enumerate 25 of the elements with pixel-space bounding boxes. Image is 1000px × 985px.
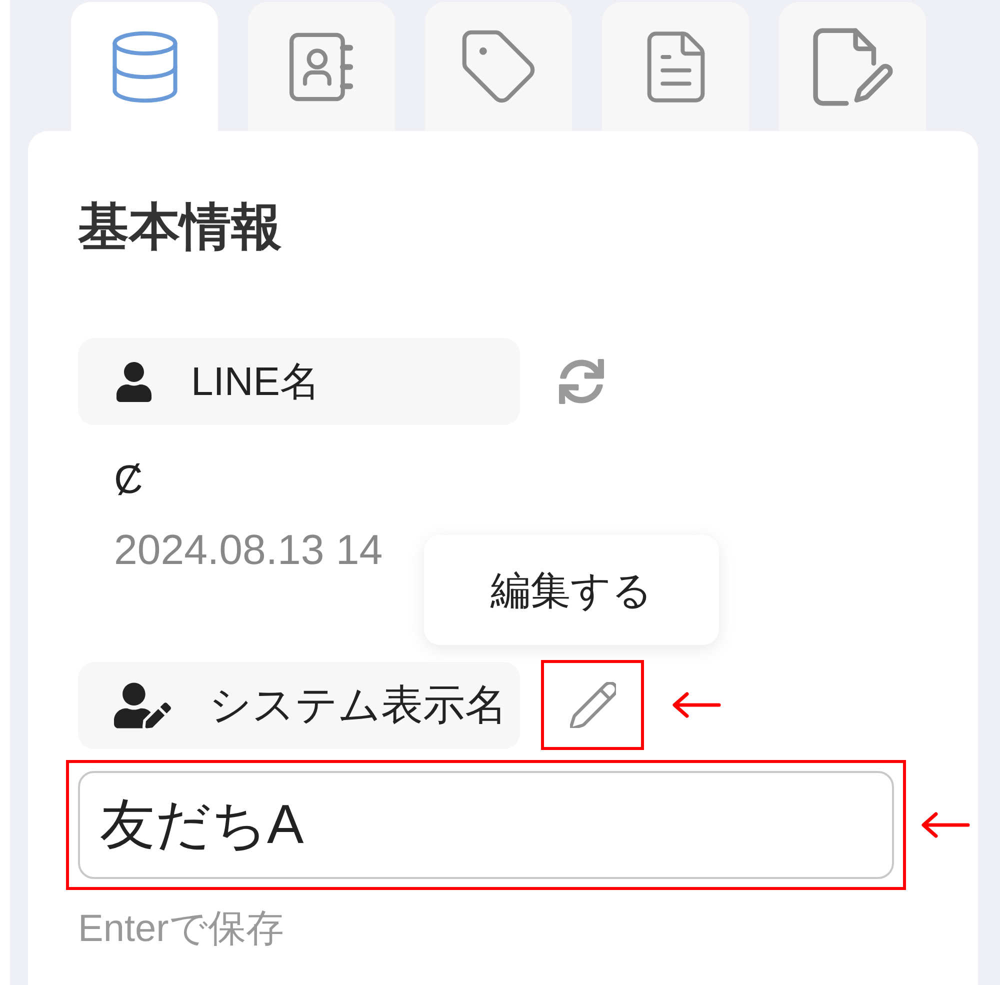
label-text: システム表示名 xyxy=(209,681,507,729)
left-arrow-icon xyxy=(920,812,970,838)
left-arrow-icon xyxy=(671,692,721,718)
refresh-icon xyxy=(559,359,604,404)
section-title: 基本情報 xyxy=(78,203,282,251)
tab[interactable] xyxy=(425,2,572,131)
tag-icon xyxy=(462,30,536,104)
tab[interactable] xyxy=(248,2,395,131)
database-icon xyxy=(112,30,178,102)
refresh-button[interactable] xyxy=(559,359,604,404)
edit-button[interactable] xyxy=(570,682,616,728)
tab[interactable] xyxy=(71,2,218,131)
date-text: 2024.08.13 14 xyxy=(114,525,383,575)
text-input[interactable]: 友だちA xyxy=(78,771,894,879)
line-name-value: Ȼ xyxy=(114,457,143,504)
document-edit-icon xyxy=(812,28,892,106)
document-icon xyxy=(646,30,704,102)
label-text: LINE名 xyxy=(191,358,320,406)
tooltip: 編集する xyxy=(424,535,719,645)
hint-text: Enterで保存 xyxy=(78,907,284,952)
tab[interactable] xyxy=(602,2,749,131)
address-book-icon xyxy=(288,32,354,102)
pencil-icon xyxy=(570,682,616,728)
tab[interactable] xyxy=(779,2,926,131)
person-icon xyxy=(114,362,154,402)
